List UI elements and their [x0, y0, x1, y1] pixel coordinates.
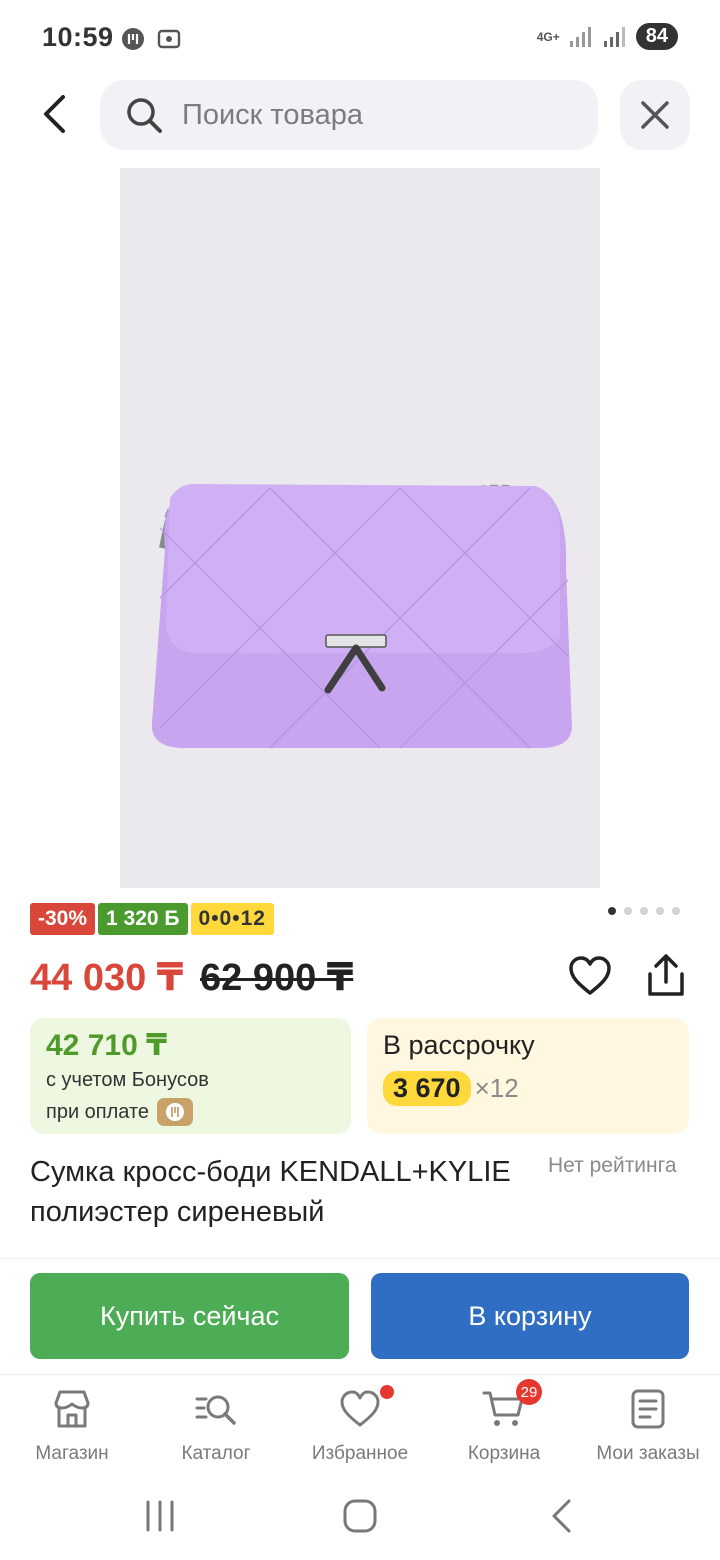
network-type: 4G+ — [536, 29, 560, 44]
bonus-note-2-row: при оплате — [46, 1098, 335, 1126]
bonus-chip — [157, 1098, 194, 1126]
favorite-button[interactable] — [566, 952, 614, 1000]
bonus-note-1: с учетом Бонусов — [46, 1069, 209, 1091]
tab-orders[interactable]: Мои заказы — [576, 1375, 720, 1474]
buy-now-button[interactable]: Купить сейчас — [30, 1273, 349, 1359]
back-button[interactable] — [30, 90, 78, 138]
tab-catalog[interactable]: Каталог — [144, 1375, 288, 1474]
recent-apps-icon[interactable] — [140, 1496, 180, 1536]
bag-illustration — [151, 483, 572, 749]
installment-card[interactable]: В рассрочку 3 670 ×12 — [367, 1018, 689, 1134]
rating-label[interactable]: Нет рейтинга — [548, 1154, 677, 1178]
back-nav-icon[interactable] — [542, 1496, 582, 1536]
current-price: 44 030 ₸ — [30, 957, 184, 999]
search-placeholder: Поиск товара — [182, 98, 363, 131]
gallery-dot[interactable] — [640, 907, 648, 915]
tab-label: Каталог — [181, 1443, 251, 1464]
catalog-search-icon — [195, 1395, 236, 1425]
product-image[interactable] — [120, 168, 600, 888]
status-bar: 10:59 4G+ 84 — [0, 0, 720, 76]
system-navigation-bar — [0, 1474, 720, 1560]
promo-badges: -30% 1 320 Б 0•0•12 — [30, 903, 274, 935]
bonus-note-2: при оплате — [46, 1100, 150, 1123]
chevron-left-icon — [44, 95, 65, 133]
cart-count-badge: 29 — [516, 1379, 542, 1405]
heart-icon — [569, 956, 611, 995]
signal-icon — [569, 26, 591, 47]
orders-icon — [631, 1389, 665, 1429]
installment-title: В рассрочку — [383, 1030, 535, 1060]
close-button[interactable] — [620, 80, 690, 150]
bonus-price: 42 710 ₸ — [46, 1029, 167, 1062]
gallery-dot[interactable] — [672, 907, 680, 915]
app-notification-icon — [122, 28, 144, 50]
tab-favorites[interactable]: Избранное — [288, 1375, 432, 1474]
tab-cart[interactable]: 29 Корзина — [432, 1375, 576, 1474]
bottom-tab-bar: Магазин Каталог Избранное 29 Корзина Мои… — [0, 1374, 720, 1474]
status-time: 10:59 — [42, 22, 114, 52]
installment-multiplier: ×12 — [474, 1073, 519, 1103]
bonus-logo-icon — [166, 1103, 185, 1121]
installment-badge: 0•0•12 — [190, 903, 274, 935]
gallery-dot[interactable] — [624, 907, 632, 915]
share-icon — [648, 954, 684, 996]
status-notification-icons — [120, 26, 182, 52]
discount-badge: -30% — [30, 903, 96, 935]
installment-amount: 3 670 — [383, 1071, 471, 1106]
tab-label: Магазин — [35, 1443, 109, 1464]
store-icon — [54, 1390, 90, 1428]
heart-icon — [340, 1390, 380, 1427]
add-to-cart-button[interactable]: В корзину — [371, 1273, 689, 1359]
search-icon — [127, 98, 162, 133]
bonus-price-card[interactable]: 42 710 ₸ с учетом Бонусов при оплате — [30, 1018, 351, 1134]
search-input[interactable]: Поиск товара — [100, 80, 598, 150]
close-icon — [641, 101, 669, 129]
battery-indicator: 84 — [635, 23, 678, 50]
share-button[interactable] — [642, 952, 690, 1000]
tab-label: Избранное — [311, 1443, 409, 1464]
screenshot-icon — [157, 29, 181, 49]
favorites-notification-dot — [380, 1385, 394, 1399]
tab-label: Корзина — [467, 1443, 541, 1464]
installment-row: 3 670 ×12 — [383, 1071, 673, 1106]
tab-store[interactable]: Магазин — [0, 1375, 144, 1474]
home-icon[interactable] — [340, 1496, 380, 1536]
status-system-icons: 4G+ 84 — [537, 23, 678, 50]
gallery-dot[interactable] — [656, 907, 664, 915]
signal-icon-2 — [603, 26, 625, 47]
bonus-badge: 1 320 Б — [98, 903, 188, 935]
gallery-dot[interactable] — [608, 907, 616, 915]
old-price: 62 900 ₸ — [200, 957, 354, 999]
gallery-pagination[interactable] — [608, 907, 680, 915]
tab-label: Мои заказы — [596, 1443, 700, 1464]
product-title: Сумка кросс-боди KENDALL+KYLIE полиэстер… — [30, 1156, 511, 1228]
